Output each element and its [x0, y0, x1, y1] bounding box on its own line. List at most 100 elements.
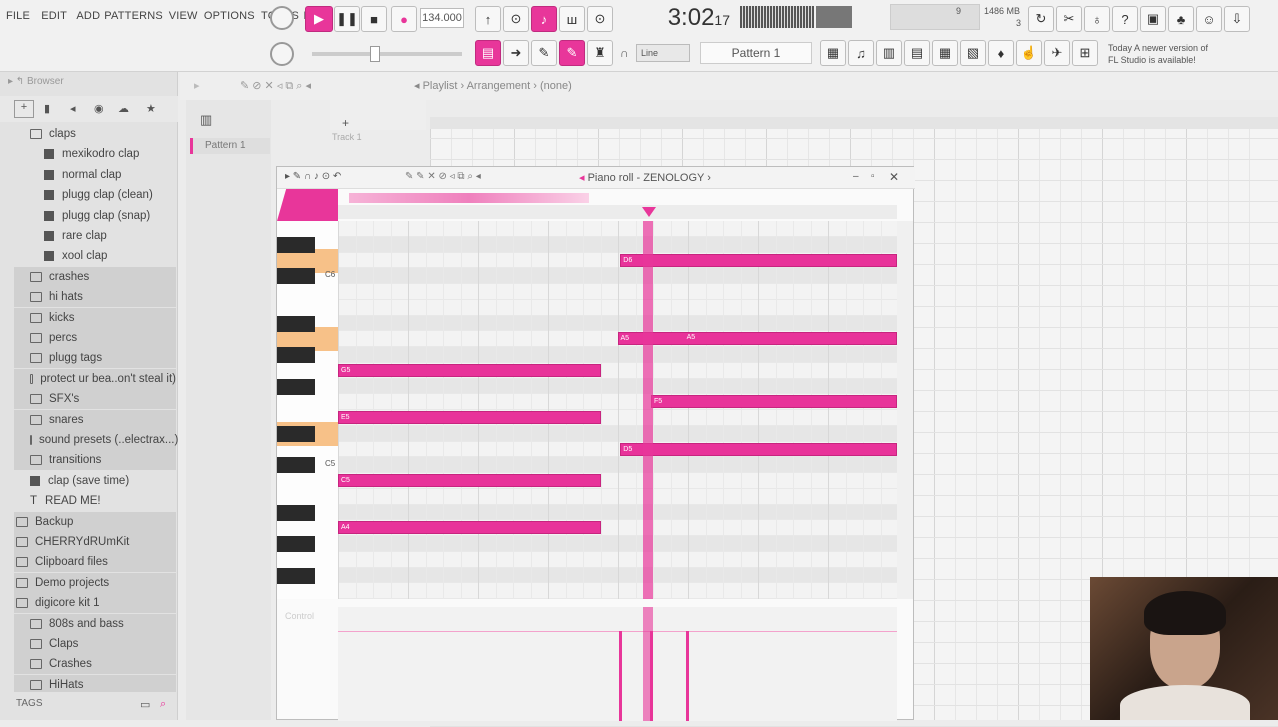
menu-add[interactable]: ADD	[76, 10, 100, 22]
browser-item[interactable]: plugg clap (snap)	[14, 206, 176, 226]
browser-item[interactable]: plugg tags	[14, 348, 176, 369]
playhead-marker[interactable]	[642, 207, 656, 217]
cart-icon[interactable]: ⊞	[1072, 40, 1098, 66]
piano-roll-titlebar[interactable]: ▸ ✎ ∩ ♪ ⊙ ↶ ✎ ✎ ✕ ⊘ ◃ ⧉ ⌕ ◂ ◂ Piano roll…	[277, 167, 915, 189]
recording-icon[interactable]: ✈	[1044, 40, 1070, 66]
note[interactable]: E5	[338, 411, 601, 424]
black-key[interactable]	[277, 347, 315, 363]
browser-item[interactable]: CHERRYdRUmKit	[14, 532, 176, 552]
black-key[interactable]	[277, 378, 315, 395]
playlist-timeline[interactable]	[430, 117, 1278, 129]
slider-handle[interactable]	[370, 46, 380, 62]
browser-item[interactable]: plugg clap (clean)	[14, 185, 176, 205]
black-key[interactable]	[277, 457, 315, 474]
browser-item[interactable]: Backup	[14, 511, 176, 532]
record-button[interactable]: ●	[391, 6, 417, 32]
maximize-icon[interactable]: ▫	[871, 171, 875, 182]
cloud-icon[interactable]: ☁	[118, 102, 129, 115]
plugin-db-icon[interactable]: ♦	[988, 40, 1014, 66]
countdown-icon[interactable]: ♪	[531, 6, 557, 32]
piano-icon[interactable]: ▥	[200, 112, 212, 128]
browser-item[interactable]: protect ur bea..on't steal it)	[14, 368, 176, 389]
playlist-tools-icon[interactable]: ✎ ⊘ ✕ ◃ ⧉ ⌕ ◂	[240, 79, 311, 93]
browser-item[interactable]: Clipboard files	[14, 552, 176, 573]
pattern-song-toggle[interactable]: ▤	[475, 40, 501, 66]
piano-roll-icon[interactable]: ♫	[848, 40, 874, 66]
menu-view[interactable]: VIEW	[169, 10, 198, 22]
mic-icon[interactable]: ♁	[1084, 6, 1110, 32]
save-icon[interactable]: ▣	[1140, 6, 1166, 32]
note[interactable]: C5	[338, 474, 601, 487]
browser-item[interactable]: hi hats	[14, 287, 176, 308]
browser-item[interactable]: HiHats	[14, 674, 176, 692]
magnet-icon[interactable]: ∩	[620, 46, 629, 60]
news-panel[interactable]: Today A newer version of FL Studio is av…	[1108, 42, 1208, 66]
browser-item[interactable]: crashes	[14, 266, 176, 287]
note[interactable]: G5	[338, 363, 601, 377]
chat-icon[interactable]: ☺	[1196, 6, 1222, 32]
channel-rack-icon[interactable]: ▥	[876, 40, 902, 66]
browser-item[interactable]: T READ ME!	[14, 491, 176, 511]
velocity-lane[interactable]	[338, 607, 897, 721]
black-key[interactable]	[277, 268, 315, 285]
play-button[interactable]: ▶	[305, 6, 333, 32]
download-icon[interactable]: ⇩	[1224, 6, 1250, 32]
undo-history-icon[interactable]: ↻	[1028, 6, 1054, 32]
minimize-icon[interactable]: –	[853, 171, 859, 182]
touch-icon[interactable]: ☝	[1016, 40, 1042, 66]
browser-item[interactable]: transitions	[14, 450, 176, 471]
note[interactable]: A5	[617, 332, 897, 346]
browser-item[interactable]: 808s and bass	[14, 613, 176, 634]
stamp-icon[interactable]: ♜	[587, 40, 613, 66]
piano-keys[interactable]: C6 C5	[277, 221, 338, 599]
pattern-item[interactable]: Pattern 1	[190, 138, 270, 154]
note-grid[interactable]: D6A5A5G5F5E5D5C5A4	[338, 221, 897, 599]
browser-item[interactable]: snares	[14, 409, 176, 430]
browser-icon[interactable]: ▧	[960, 40, 986, 66]
step-edit-icon[interactable]: ш	[559, 6, 585, 32]
note[interactable]: D6	[620, 253, 897, 267]
velocity-bar[interactable]	[619, 631, 622, 721]
browser-item[interactable]: SFX's	[14, 389, 176, 410]
note[interactable]: A5	[685, 332, 696, 345]
search-icon[interactable]: ⌕	[160, 698, 166, 711]
wait-input-icon[interactable]: ⊙	[503, 6, 529, 32]
black-key[interactable]	[277, 236, 315, 253]
browser-item[interactable]: percs	[14, 328, 176, 348]
browser-item[interactable]: Crashes	[14, 654, 176, 675]
menu-options[interactable]: OPTIONS	[204, 10, 255, 22]
stop-button[interactable]: ■	[361, 6, 387, 32]
note[interactable]: F5	[651, 395, 897, 409]
browser-item[interactable]: digicore kit 1	[14, 593, 176, 614]
pattern-selector[interactable]: Pattern 1	[700, 42, 812, 64]
help-icon[interactable]: ?	[1112, 6, 1138, 32]
paint-icon[interactable]: ✎	[559, 40, 585, 66]
tempo-display[interactable]: 134.000	[420, 8, 464, 28]
plugin-icon[interactable]: ♣	[1168, 6, 1194, 32]
star-icon[interactable]: ★	[146, 102, 156, 115]
browser-item[interactable]: sound presets (..electrax...)	[14, 430, 178, 450]
menu-file[interactable]: FILE	[6, 10, 30, 22]
playlist-arrow-icon[interactable]: ▸	[194, 79, 200, 92]
loop-icon[interactable]: ◉	[94, 102, 104, 115]
menu-edit[interactable]: EDIT	[41, 10, 67, 22]
black-key[interactable]	[277, 504, 315, 521]
master-pitch-slider[interactable]	[312, 52, 462, 56]
mixer-icon[interactable]: ▤	[904, 40, 930, 66]
browser-item[interactable]: mexikodro clap	[14, 144, 176, 164]
loop-record-icon[interactable]: ⊙	[587, 6, 613, 32]
master-pitch-knob[interactable]	[270, 42, 294, 66]
track-1-label[interactable]: Track 1	[330, 132, 426, 152]
pause-button[interactable]: ❚❚	[334, 6, 360, 32]
velocity-bar[interactable]	[686, 631, 689, 721]
browser-item[interactable]: kicks	[14, 307, 176, 328]
browser-item[interactable]: xool clap	[14, 246, 176, 266]
pr-edit-tools[interactable]: ✎ ✎ ✕ ⊘ ◃ ⧉ ⌕ ◂	[405, 171, 481, 182]
pr-timeline[interactable]	[338, 205, 897, 219]
plugins-icon[interactable]: ▦	[932, 40, 958, 66]
folder-add-icon[interactable]: ▭	[140, 698, 150, 711]
pr-scroll-preview[interactable]	[349, 193, 589, 203]
snap-select[interactable]: Line	[636, 44, 690, 62]
black-key[interactable]	[277, 536, 315, 552]
master-volume-knob[interactable]	[270, 6, 294, 30]
